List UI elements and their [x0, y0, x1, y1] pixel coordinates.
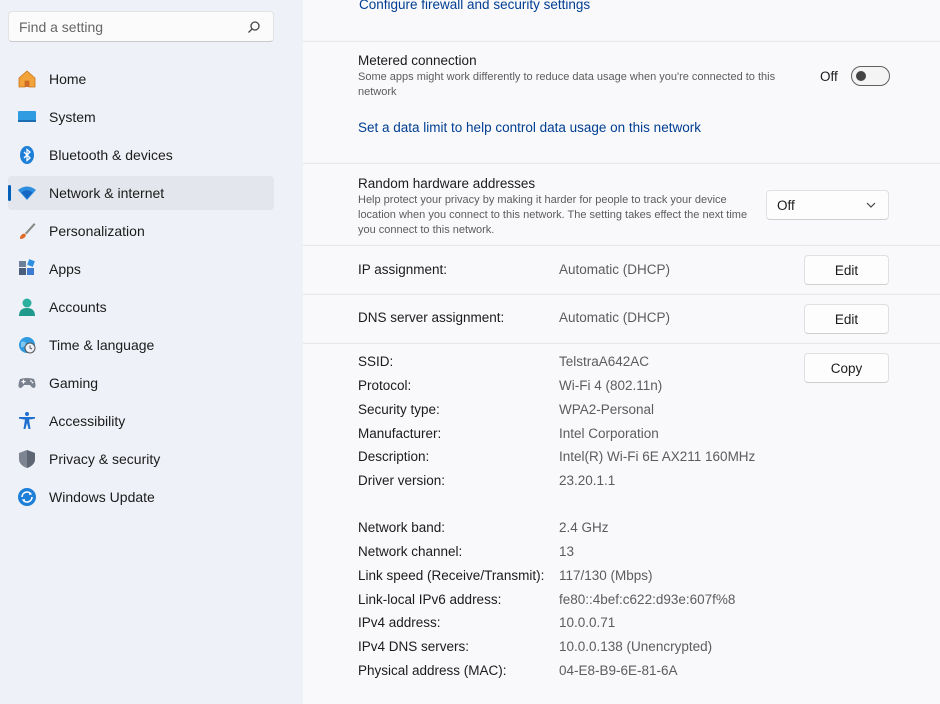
- ip-assignment-edit-button[interactable]: Edit: [804, 255, 889, 285]
- nav-item-time-language[interactable]: Time & language: [8, 328, 274, 362]
- nav-label: Gaming: [49, 375, 99, 391]
- dns-assignment-value: Automatic (DHCP): [559, 310, 671, 325]
- nav-label: Bluetooth & devices: [49, 147, 173, 163]
- property-value: 04-E8-B9-6E-81-6A: [559, 663, 678, 678]
- gamepad-icon: [17, 373, 37, 393]
- apps-icon: [17, 259, 37, 279]
- toggle-knob: [856, 71, 866, 81]
- property-label: Physical address (MAC):: [358, 663, 507, 678]
- nav-item-windows-update[interactable]: Windows Update: [8, 480, 274, 514]
- data-limit-link[interactable]: Set a data limit to help control data us…: [358, 120, 701, 135]
- ip-assignment-card: IP assignment: Automatic (DHCP) Edit: [303, 245, 940, 293]
- wifi-icon: [17, 183, 37, 203]
- network-properties-card: Copy SSID: TelstraA642AC Protocol: Wi-Fi…: [303, 343, 940, 704]
- property-value: fe80::4bef:c622:d93e:607f%8: [559, 592, 736, 607]
- globe-clock-icon: [17, 335, 37, 355]
- nav-item-accounts[interactable]: Accounts: [8, 290, 274, 324]
- property-label: Description:: [358, 449, 430, 464]
- dns-assignment-card: DNS server assignment: Automatic (DHCP) …: [303, 294, 940, 342]
- property-value: 117/130 (Mbps): [559, 568, 653, 583]
- ip-assignment-value: Automatic (DHCP): [559, 262, 671, 277]
- dns-assignment-label: DNS server assignment:: [358, 310, 505, 325]
- update-icon: [17, 487, 37, 507]
- property-label: Link speed (Receive/Transmit):: [358, 568, 545, 583]
- nav-item-apps[interactable]: Apps: [8, 252, 274, 286]
- nav-label: System: [49, 109, 96, 125]
- metered-connection-title: Metered connection: [358, 53, 477, 68]
- nav-label: Personalization: [49, 223, 145, 239]
- property-label: IPv4 DNS servers:: [358, 639, 470, 654]
- nav-item-privacy-security[interactable]: Privacy & security: [8, 442, 274, 476]
- property-value: 23.20.1.1: [559, 473, 616, 488]
- nav-item-system[interactable]: System: [8, 100, 274, 134]
- property-value: 10.0.0.138 (Unencrypted): [559, 639, 713, 654]
- property-label: Driver version:: [358, 473, 446, 488]
- nav-item-home[interactable]: Home: [8, 62, 274, 96]
- property-label: IPv4 address:: [358, 615, 441, 630]
- property-label: Protocol:: [358, 378, 412, 393]
- nav-label: Privacy & security: [49, 451, 161, 467]
- nav-label: Accessibility: [49, 413, 126, 429]
- nav-label: Time & language: [49, 337, 155, 353]
- system-icon: [17, 107, 37, 127]
- nav-label: Windows Update: [49, 489, 155, 505]
- property-value: 2.4 GHz: [559, 520, 609, 535]
- nav-label: Apps: [49, 261, 81, 277]
- dns-assignment-edit-button[interactable]: Edit: [804, 304, 889, 334]
- brush-icon: [17, 221, 37, 241]
- accounts-icon: [17, 297, 37, 317]
- random-hardware-title: Random hardware addresses: [358, 176, 536, 191]
- nav-item-bluetooth[interactable]: Bluetooth & devices: [8, 138, 274, 172]
- property-value: Intel Corporation: [559, 426, 659, 441]
- nav-label: Accounts: [49, 299, 107, 315]
- property-label: Manufacturer:: [358, 426, 442, 441]
- chevron-down-icon: [866, 202, 876, 208]
- property-label: Network band:: [358, 520, 446, 535]
- shield-icon: [17, 449, 37, 469]
- nav-item-personalization[interactable]: Personalization: [8, 214, 274, 248]
- random-hardware-selected: Off: [777, 197, 795, 213]
- metered-connection-card: Metered connection Some apps might work …: [303, 41, 940, 162]
- firewall-card: Configure firewall and security settings: [303, 0, 940, 40]
- random-hardware-select[interactable]: Off: [766, 190, 889, 220]
- nav-label: Home: [49, 71, 87, 87]
- firewall-settings-link[interactable]: Configure firewall and security settings: [359, 0, 590, 12]
- nav-item-network[interactable]: Network & internet: [8, 176, 274, 210]
- random-hardware-description: Help protect your privacy by making it h…: [358, 194, 748, 236]
- property-label: Security type:: [358, 402, 440, 417]
- nav-item-gaming[interactable]: Gaming: [8, 366, 274, 400]
- property-value: TelstraA642AC: [559, 354, 650, 369]
- property-value: 13: [559, 544, 575, 559]
- random-hardware-card: Random hardware addresses Help protect y…: [303, 163, 940, 244]
- accessibility-icon: [17, 411, 37, 431]
- bluetooth-icon: [17, 145, 37, 165]
- metered-connection-description: Some apps might work differently to redu…: [358, 71, 776, 98]
- nav-list: Home System Bluetooth & devices Network …: [8, 62, 274, 518]
- metered-connection-toggle[interactable]: [851, 66, 890, 86]
- nav-item-accessibility[interactable]: Accessibility: [8, 404, 274, 438]
- home-icon: [17, 69, 37, 89]
- search-icon[interactable]: [247, 20, 261, 34]
- property-label: SSID:: [358, 354, 394, 369]
- metered-toggle-state: Off: [820, 69, 838, 84]
- property-value: Wi-Fi 4 (802.11n): [559, 378, 663, 393]
- ip-assignment-label: IP assignment:: [358, 262, 448, 277]
- copy-properties-button[interactable]: Copy: [804, 353, 889, 383]
- search-input[interactable]: [9, 12, 234, 41]
- property-value: WPA2-Personal: [559, 402, 655, 417]
- main-content: Configure firewall and security settings…: [303, 0, 940, 704]
- property-label: Network channel:: [358, 544, 463, 559]
- property-value: 10.0.0.71: [559, 615, 616, 630]
- search-box: [8, 11, 274, 42]
- property-value: Intel(R) Wi-Fi 6E AX211 160MHz: [559, 449, 756, 464]
- nav-label: Network & internet: [49, 185, 165, 201]
- sidebar: Home System Bluetooth & devices Network …: [0, 0, 303, 704]
- property-label: Link-local IPv6 address:: [358, 592, 502, 607]
